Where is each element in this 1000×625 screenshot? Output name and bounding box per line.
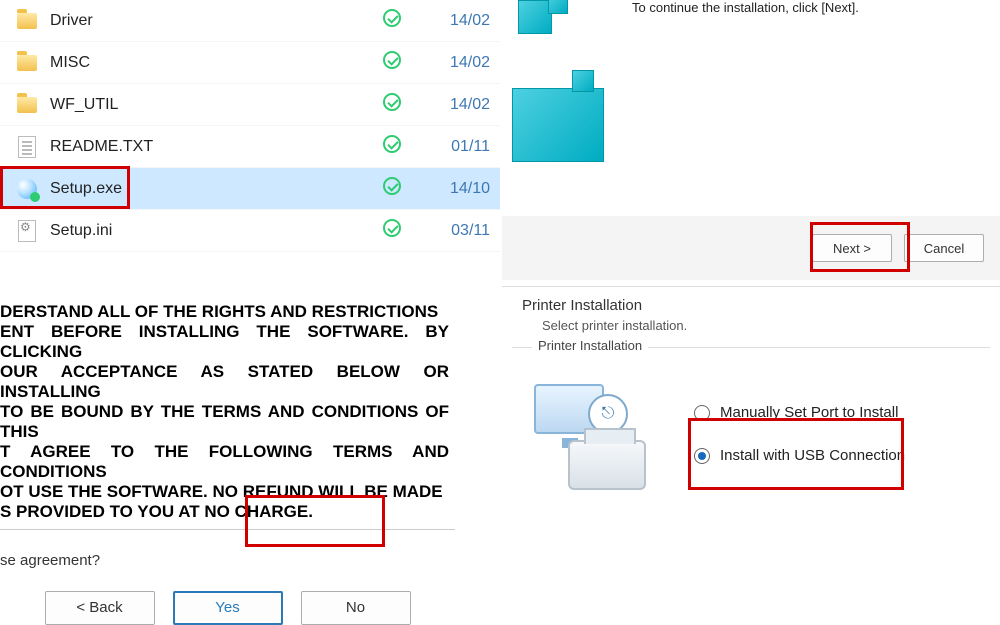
sync-ok-icon: [368, 219, 416, 242]
file-date: 14/02: [416, 54, 500, 72]
file-date: 01/11: [416, 138, 500, 156]
sync-ok-icon: [368, 135, 416, 158]
file-date: 14/10: [416, 180, 500, 198]
radio-icon: [694, 448, 710, 464]
installer-art-icon: [508, 0, 628, 200]
file-name: README.TXT: [40, 138, 368, 156]
radio-manual-port[interactable]: Manually Set Port to Install: [694, 404, 905, 421]
sync-ok-icon: [368, 9, 416, 32]
wizard-button-bar: Next > Cancel: [502, 216, 1000, 280]
installer-icon: [14, 179, 40, 199]
file-row-setup-ini[interactable]: Setup.ini 03/11: [0, 210, 500, 252]
folder-icon: [14, 13, 40, 29]
divider: [0, 529, 455, 530]
next-button[interactable]: Next >: [812, 234, 892, 262]
file-name: Setup.ini: [40, 222, 368, 240]
folder-icon: [14, 97, 40, 113]
file-row-setup-exe[interactable]: Setup.exe 14/10: [0, 168, 500, 210]
license-body-text: DERSTAND ALL OF THE RIGHTS AND RESTRICTI…: [0, 300, 455, 525]
folder-icon: [14, 55, 40, 71]
no-button[interactable]: No: [301, 591, 411, 625]
file-name: Driver: [40, 12, 368, 30]
file-date: 14/02: [416, 12, 500, 30]
installer-welcome-text: To continue the installation, click [Nex…: [632, 0, 859, 15]
back-button[interactable]: < Back: [45, 591, 155, 625]
sync-ok-icon: [368, 93, 416, 116]
printer-options-group: Printer Installation ⎋ Manually Set Port…: [512, 347, 990, 514]
radio-label: Install with USB Connection: [720, 447, 905, 464]
file-date: 14/02: [416, 96, 500, 114]
license-agreement-panel: DERSTAND ALL OF THE RIGHTS AND RESTRICTI…: [0, 300, 455, 563]
radio-label: Manually Set Port to Install: [720, 404, 898, 421]
text-file-icon: [14, 136, 40, 158]
file-row-wfutil[interactable]: WF_UTIL 14/02: [0, 84, 500, 126]
radio-usb-connection[interactable]: Install with USB Connection: [694, 447, 905, 464]
file-row-misc[interactable]: MISC 14/02: [0, 42, 500, 84]
radio-icon: [694, 405, 710, 421]
sync-ok-icon: [368, 177, 416, 200]
file-row-driver[interactable]: Driver 14/02: [0, 0, 500, 42]
installer-welcome-panel: To continue the installation, click [Nex…: [502, 0, 1000, 280]
file-name: Setup.exe: [40, 180, 368, 198]
group-label: Printer Installation: [532, 338, 648, 353]
file-name: WF_UTIL: [40, 96, 368, 114]
panel-title: Printer Installation: [502, 287, 1000, 318]
printer-installation-panel: Printer Installation Select printer inst…: [502, 286, 1000, 563]
file-name: MISC: [40, 54, 368, 72]
file-explorer-list: Driver 14/02 MISC 14/02 WF_UTIL 14/02 RE…: [0, 0, 500, 260]
license-button-bar: < Back Yes No: [0, 591, 455, 625]
file-row-readme[interactable]: README.TXT 01/11: [0, 126, 500, 168]
license-question-text: se agreement?: [0, 552, 455, 569]
file-date: 03/11: [416, 222, 500, 240]
sync-ok-icon: [368, 51, 416, 74]
printer-connection-icon: ⎋: [528, 374, 668, 494]
cancel-button[interactable]: Cancel: [904, 234, 984, 262]
yes-button[interactable]: Yes: [173, 591, 283, 625]
config-file-icon: [14, 220, 40, 242]
